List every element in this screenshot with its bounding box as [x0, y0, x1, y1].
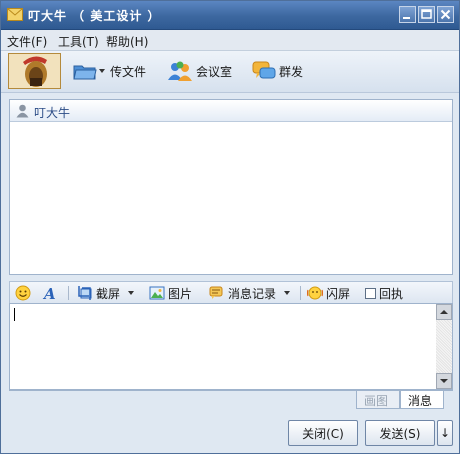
- minimize-button[interactable]: [399, 6, 416, 23]
- chat-history-panel[interactable]: 叮大牛: [9, 99, 453, 275]
- chat-window: 叮大牛 （ 美工设计 ） 文件(F) 工具(T) 帮助(H) 传文件 会议室 群…: [0, 0, 460, 454]
- group-send-button[interactable]: 群发: [252, 60, 303, 82]
- meeting-room-label: 会议室: [196, 64, 233, 79]
- screenshot-label: 截屏: [96, 286, 121, 301]
- divider: [300, 286, 301, 300]
- font-icon: A: [42, 285, 56, 301]
- shake-icon: [307, 286, 323, 300]
- image-button[interactable]: 图片: [149, 284, 192, 302]
- group-send-label: 群发: [279, 64, 304, 79]
- message-input[interactable]: [9, 303, 453, 390]
- file-transfer-button[interactable]: 传文件: [73, 60, 146, 82]
- screenshot-button[interactable]: 截屏: [77, 284, 136, 302]
- send-options-button[interactable]: ↓: [437, 420, 453, 446]
- title-bar[interactable]: 叮大牛 （ 美工设计 ）: [1, 1, 459, 30]
- menu-bar: 文件(F) 工具(T) 帮助(H): [1, 30, 459, 51]
- tab-draw[interactable]: 画图: [356, 391, 400, 409]
- close-icon: [440, 9, 451, 20]
- chevron-down-icon: [99, 69, 105, 73]
- shake-label: 闪屏: [326, 286, 351, 301]
- main-toolbar: 传文件 会议室 群发: [1, 51, 459, 93]
- file-transfer-label: 传文件: [110, 64, 147, 79]
- divider: [68, 286, 69, 300]
- minimize-icon: [403, 17, 410, 19]
- chevron-down-icon[interactable]: [128, 291, 135, 295]
- smiley-icon: [15, 285, 31, 301]
- input-tabs: 画图 消息: [9, 390, 453, 409]
- maximize-button[interactable]: [418, 6, 435, 23]
- window-title: 叮大牛 （ 美工设计 ）: [28, 9, 161, 23]
- arrow-down-icon: [440, 379, 448, 383]
- close-button[interactable]: 关闭(C): [288, 420, 358, 446]
- vertical-scrollbar[interactable]: [436, 304, 452, 389]
- receipt-label: 回执: [379, 286, 404, 301]
- tab-message[interactable]: 消息: [400, 391, 444, 409]
- image-label: 图片: [168, 286, 193, 301]
- chat-bubble-icon: [252, 61, 276, 79]
- message-log-button[interactable]: 消息记录: [209, 284, 292, 302]
- user-icon: [16, 104, 29, 118]
- avatar[interactable]: [8, 53, 61, 89]
- close-window-button[interactable]: [437, 6, 454, 23]
- mail-icon: [7, 8, 23, 21]
- picture-icon: [149, 286, 165, 300]
- receipt-checkbox-box[interactable]: [365, 287, 376, 299]
- warrior-helmet-avatar-icon: [9, 54, 60, 88]
- menu-help[interactable]: 帮助(H): [106, 33, 148, 50]
- emoji-button[interactable]: [15, 284, 31, 302]
- scroll-up-button[interactable]: [436, 304, 452, 320]
- svg-text:A: A: [42, 285, 56, 301]
- arrow-up-icon: [440, 310, 448, 314]
- meeting-room-button[interactable]: 会议室: [167, 60, 232, 82]
- chevron-down-icon[interactable]: [284, 291, 291, 295]
- folder-icon: [73, 65, 97, 80]
- input-toolbar: A 截屏 图片 消息记录 闪屏 回执: [9, 281, 453, 303]
- shake-button[interactable]: 闪屏: [307, 284, 350, 302]
- users-icon: [168, 61, 192, 81]
- text-cursor: [14, 308, 15, 321]
- font-button[interactable]: A: [42, 284, 58, 302]
- send-button[interactable]: 发送(S): [365, 420, 435, 446]
- contact-name: 叮大牛: [34, 106, 71, 120]
- menu-tools[interactable]: 工具(T): [58, 33, 99, 50]
- message-log-label: 消息记录: [228, 286, 277, 301]
- crop-icon: [78, 286, 92, 300]
- maximize-icon: [421, 9, 432, 19]
- menu-file[interactable]: 文件(F): [7, 33, 47, 50]
- scroll-down-button[interactable]: [436, 373, 452, 389]
- contact-header: 叮大牛: [10, 100, 452, 122]
- message-log-icon: [209, 286, 223, 299]
- receipt-checkbox[interactable]: 回执: [365, 284, 403, 302]
